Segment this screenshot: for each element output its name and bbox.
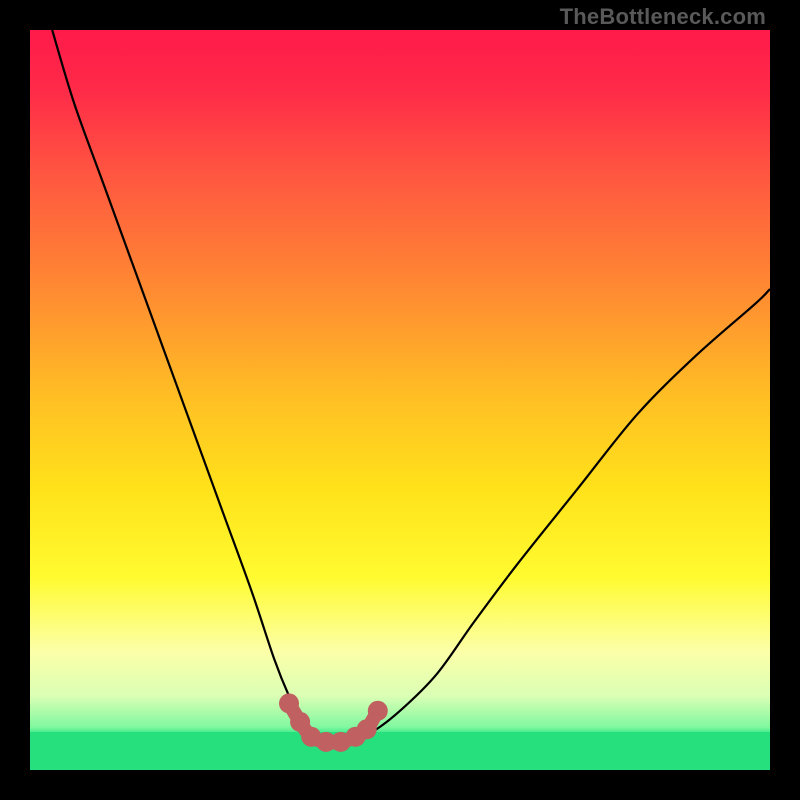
valley-dot — [357, 719, 377, 739]
plot-area — [30, 30, 770, 770]
outer-frame: TheBottleneck.com — [0, 0, 800, 800]
watermark-text: TheBottleneck.com — [560, 4, 766, 30]
valley-dot — [368, 701, 388, 721]
valley-dot — [279, 693, 299, 713]
gradient-background — [30, 30, 770, 770]
green-band — [30, 732, 770, 770]
chart-svg — [30, 30, 770, 770]
